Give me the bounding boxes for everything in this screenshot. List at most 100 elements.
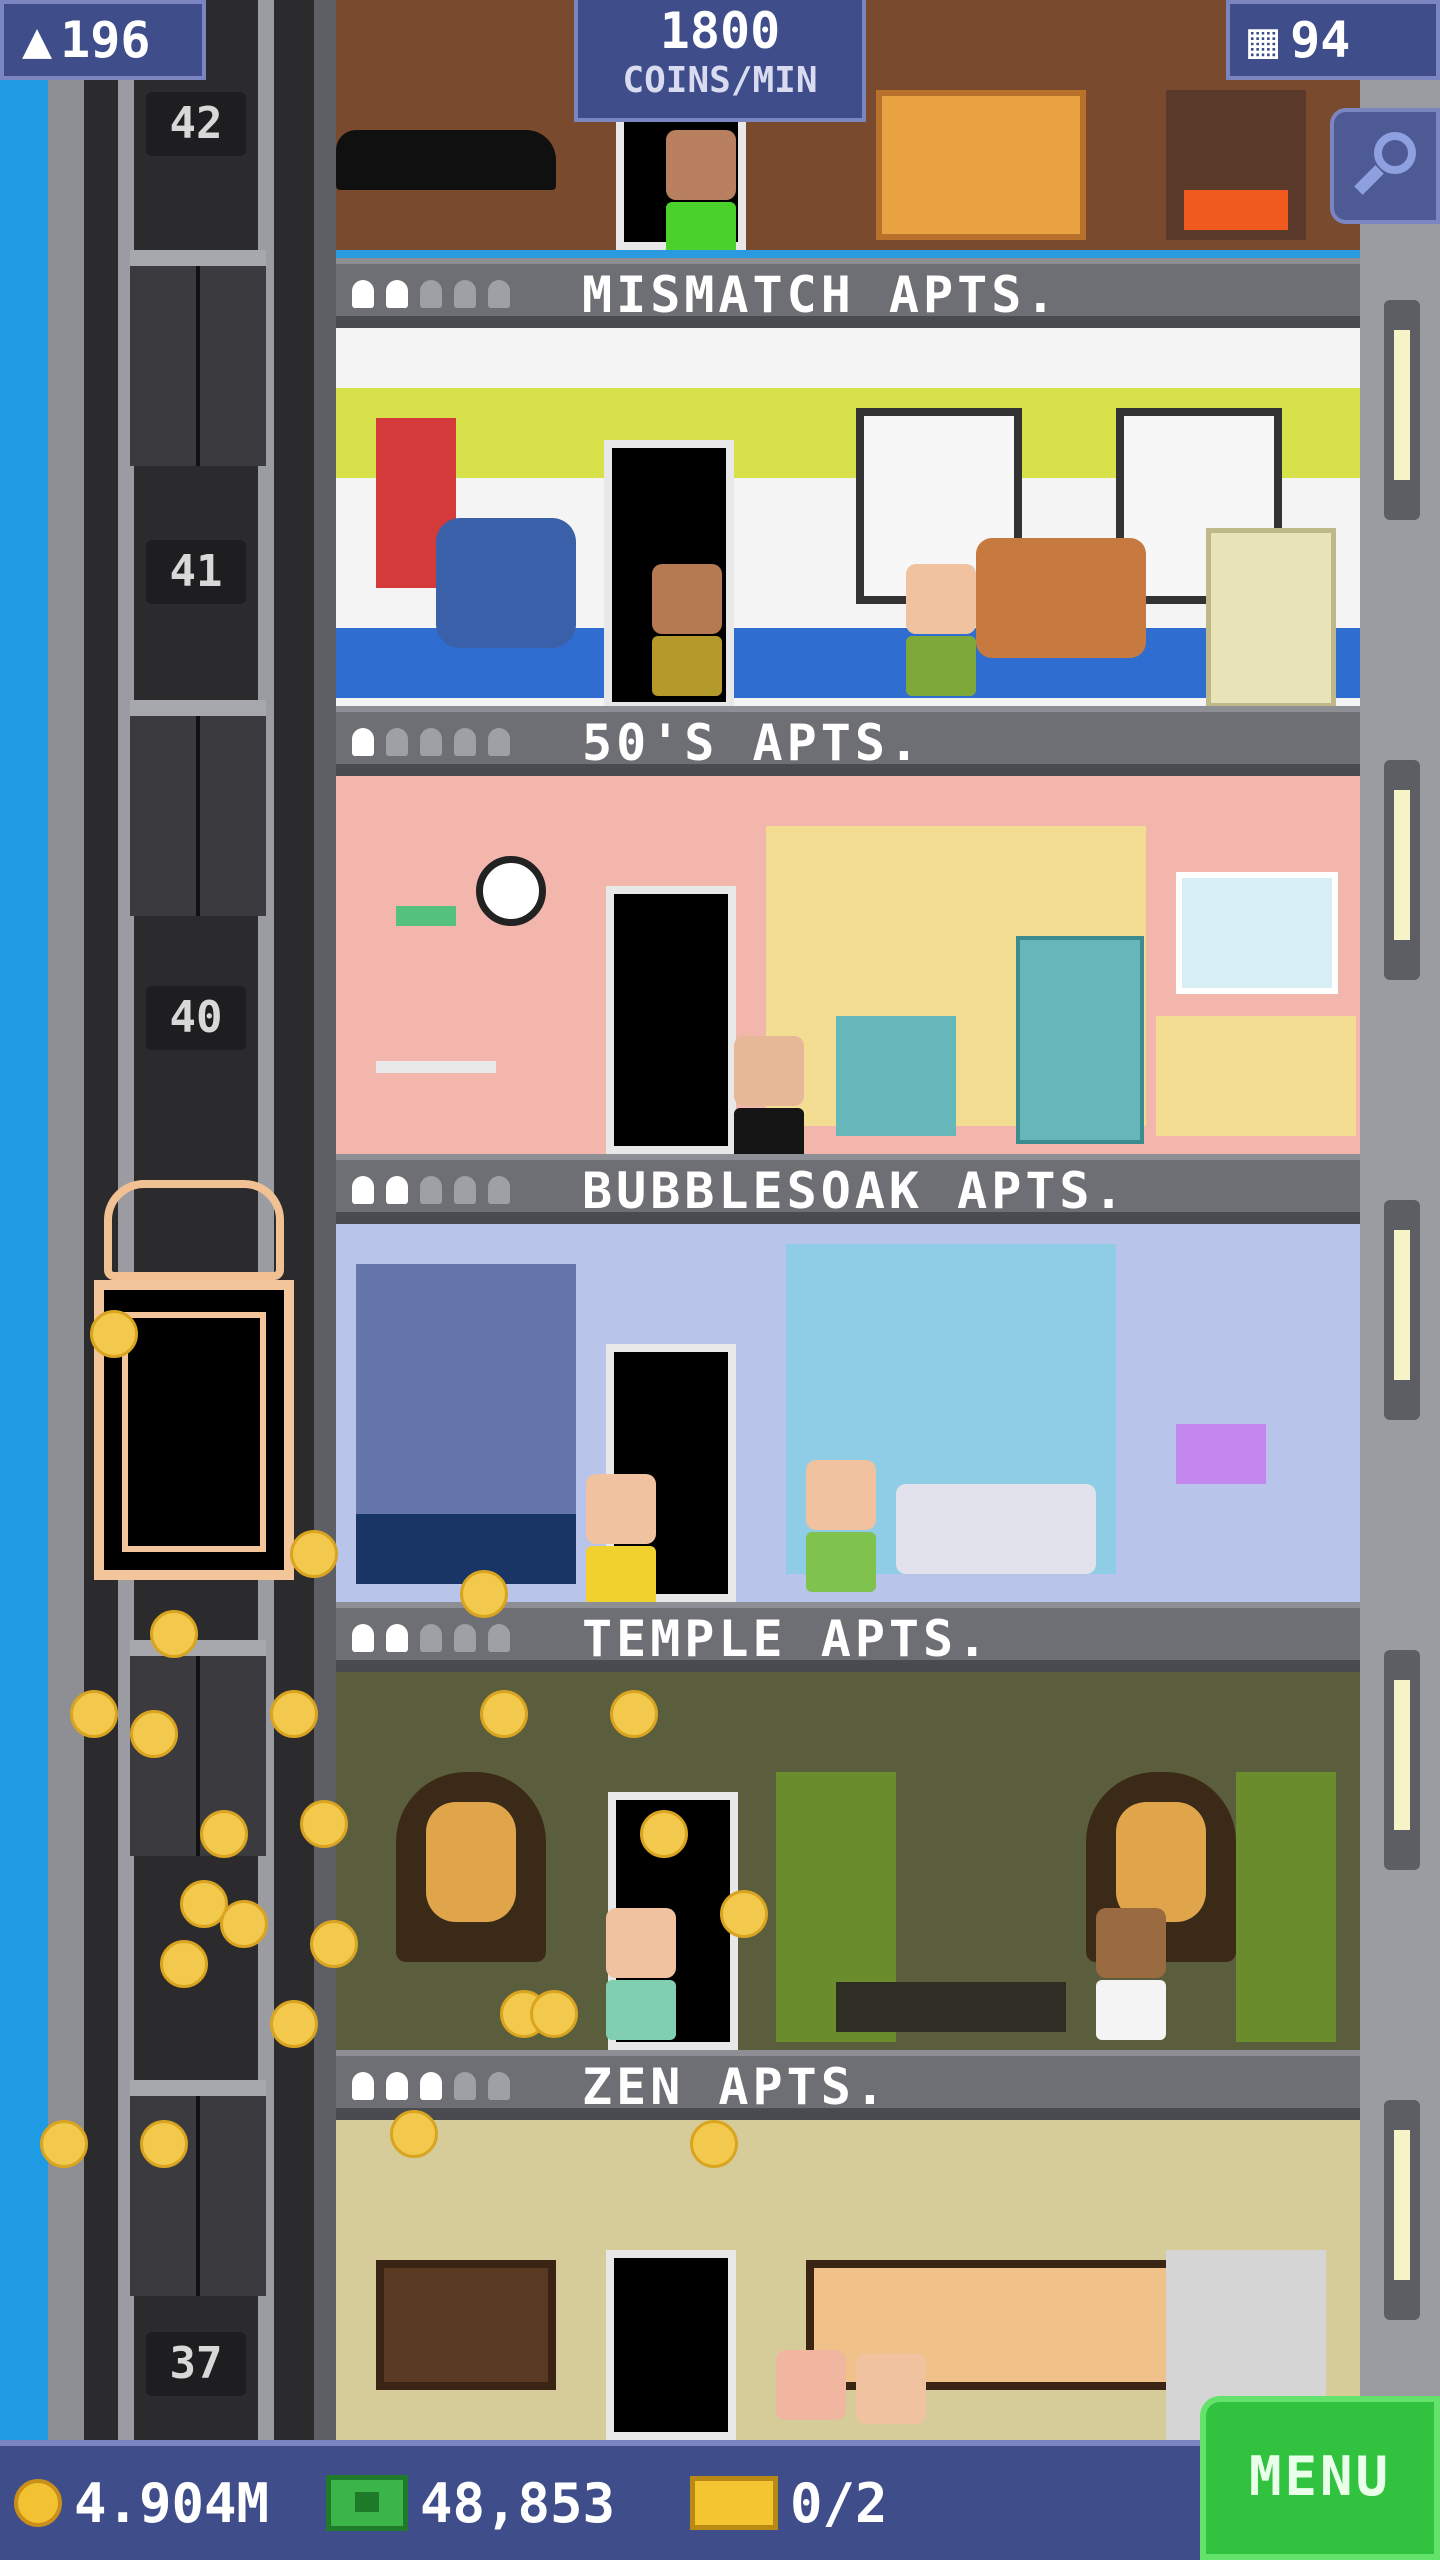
fire-icon [1184, 190, 1288, 230]
piano-icon [336, 130, 556, 190]
stove-icon [836, 1016, 956, 1136]
window-icon [1176, 872, 1338, 994]
floors-counter[interactable]: ▦ 94 [1226, 0, 1440, 80]
sofa-icon [976, 538, 1146, 658]
bux-value: 48,853 [420, 2471, 616, 2535]
tickets-value: 0/2 [790, 2471, 888, 2535]
room-door [606, 886, 736, 1154]
shaft-floor-number: 37 [146, 2332, 246, 2396]
coin-icon [150, 1610, 198, 1658]
resident-glasses[interactable] [586, 1474, 656, 1602]
resident[interactable] [666, 130, 736, 250]
zoom-button[interactable] [1330, 108, 1440, 224]
resident[interactable] [806, 1460, 876, 1592]
resident[interactable] [652, 564, 722, 696]
coins-value: 4.904M [74, 2471, 270, 2535]
coin-icon [390, 2110, 438, 2158]
room-bubblesoak[interactable] [336, 1224, 1360, 1602]
population-counter[interactable]: ▲ 196 [0, 0, 206, 80]
golden-idol-icon [426, 1802, 516, 1922]
shaft-floor-number: 42 [146, 92, 246, 156]
golden-idol-icon [1116, 1802, 1206, 1922]
resident-count [352, 1624, 522, 1656]
coin-icon [300, 1800, 348, 1848]
room-50s[interactable] [336, 776, 1360, 1154]
elevator-car[interactable] [94, 1180, 294, 1600]
coin-icon [200, 1810, 248, 1858]
floor-label-mismatch[interactable]: MISMATCH APTS. [336, 258, 1360, 328]
armchair-icon [436, 518, 576, 648]
resident-slot-icon [352, 280, 374, 308]
menu-button[interactable]: MENU [1200, 2396, 1440, 2560]
resident-slot-icon [420, 728, 442, 756]
resident-slot-icon [386, 1624, 408, 1652]
resident-green-cap[interactable] [776, 2350, 846, 2420]
shaft-floor-number: 41 [146, 540, 246, 604]
counter-icon [1156, 1016, 1356, 1136]
resident-slot-icon [386, 2072, 408, 2100]
resident[interactable] [856, 2354, 926, 2424]
floor-name: BUBBLESOAK APTS. [582, 1162, 1128, 1220]
resident-slot-icon [454, 280, 476, 308]
resident-slot-icon [386, 728, 408, 756]
elevator-stop-door [130, 700, 266, 916]
bux-display[interactable]: 48,853 [326, 2470, 615, 2536]
floor-name: ZEN APTS. [582, 2058, 889, 2116]
resident-top-hat[interactable] [734, 1036, 804, 1154]
coin-icon [610, 1690, 658, 1738]
lamp-icon [396, 906, 456, 926]
resident-slot-icon [488, 280, 510, 308]
floor-label-50s[interactable]: 50'S APTS. [336, 706, 1360, 776]
resident-slot-icon [420, 1624, 442, 1652]
resident-slot-icon [386, 280, 408, 308]
building-icon: ▦ [1248, 11, 1279, 69]
elevator-stop-door [130, 2080, 266, 2296]
resident[interactable] [906, 564, 976, 696]
tickets-display[interactable]: 0/2 [690, 2470, 888, 2536]
resident-slot-icon [420, 280, 442, 308]
coin-icon [310, 1920, 358, 1968]
golden-ticket-icon [690, 2476, 778, 2530]
resident-slot-icon [454, 1624, 476, 1652]
bathtub-icon [896, 1484, 1096, 1574]
person-icon: ▲ [22, 11, 53, 69]
coin-icon [90, 1310, 138, 1358]
tower-window [1384, 300, 1420, 520]
resident-slot-icon [352, 1624, 374, 1652]
resident-sunglasses[interactable] [1096, 1908, 1166, 2040]
magnifier-handle [1354, 165, 1384, 195]
floor-label-bubblesoak[interactable]: BUBBLESOAK APTS. [336, 1154, 1360, 1224]
room-mismatch[interactable] [336, 328, 1360, 718]
tower-window [1384, 760, 1420, 980]
resident-slot-icon [352, 1176, 374, 1204]
resident-slot-icon [488, 728, 510, 756]
elevator-crown-ornament [104, 1180, 284, 1280]
resident-slot-icon [420, 1176, 442, 1204]
bed-icon [876, 90, 1086, 240]
tower-window [1384, 1650, 1420, 1870]
resident-count [352, 728, 522, 760]
resident-slot-icon [488, 2072, 510, 2100]
population-value: 196 [60, 11, 151, 69]
room-zen[interactable] [336, 2120, 1360, 2440]
resident[interactable] [606, 1908, 676, 2040]
coins-display[interactable]: 4.904M [14, 2470, 269, 2536]
floor-label-zen[interactable]: ZEN APTS. [336, 2050, 1360, 2120]
plant-icon [1236, 1772, 1336, 2042]
resident-count [352, 280, 522, 312]
floor-name: TEMPLE APTS. [582, 1610, 992, 1668]
resident-slot-icon [454, 728, 476, 756]
resident-count [352, 1176, 522, 1208]
coin-icon [460, 1570, 508, 1618]
income-rate-panel: 1800 COINS/MIN [574, 0, 866, 122]
elevator-stop-door [130, 250, 266, 466]
clock-icon [476, 856, 546, 926]
lamp-icon [1176, 1424, 1266, 1484]
coin-icon [140, 2120, 188, 2168]
sky-background [0, 0, 48, 2440]
table-icon [376, 1061, 496, 1131]
floor-name: 50'S APTS. [582, 714, 924, 772]
coin-icon [40, 2120, 88, 2168]
window-icon [376, 2260, 556, 2390]
bed-icon [356, 1514, 576, 1584]
